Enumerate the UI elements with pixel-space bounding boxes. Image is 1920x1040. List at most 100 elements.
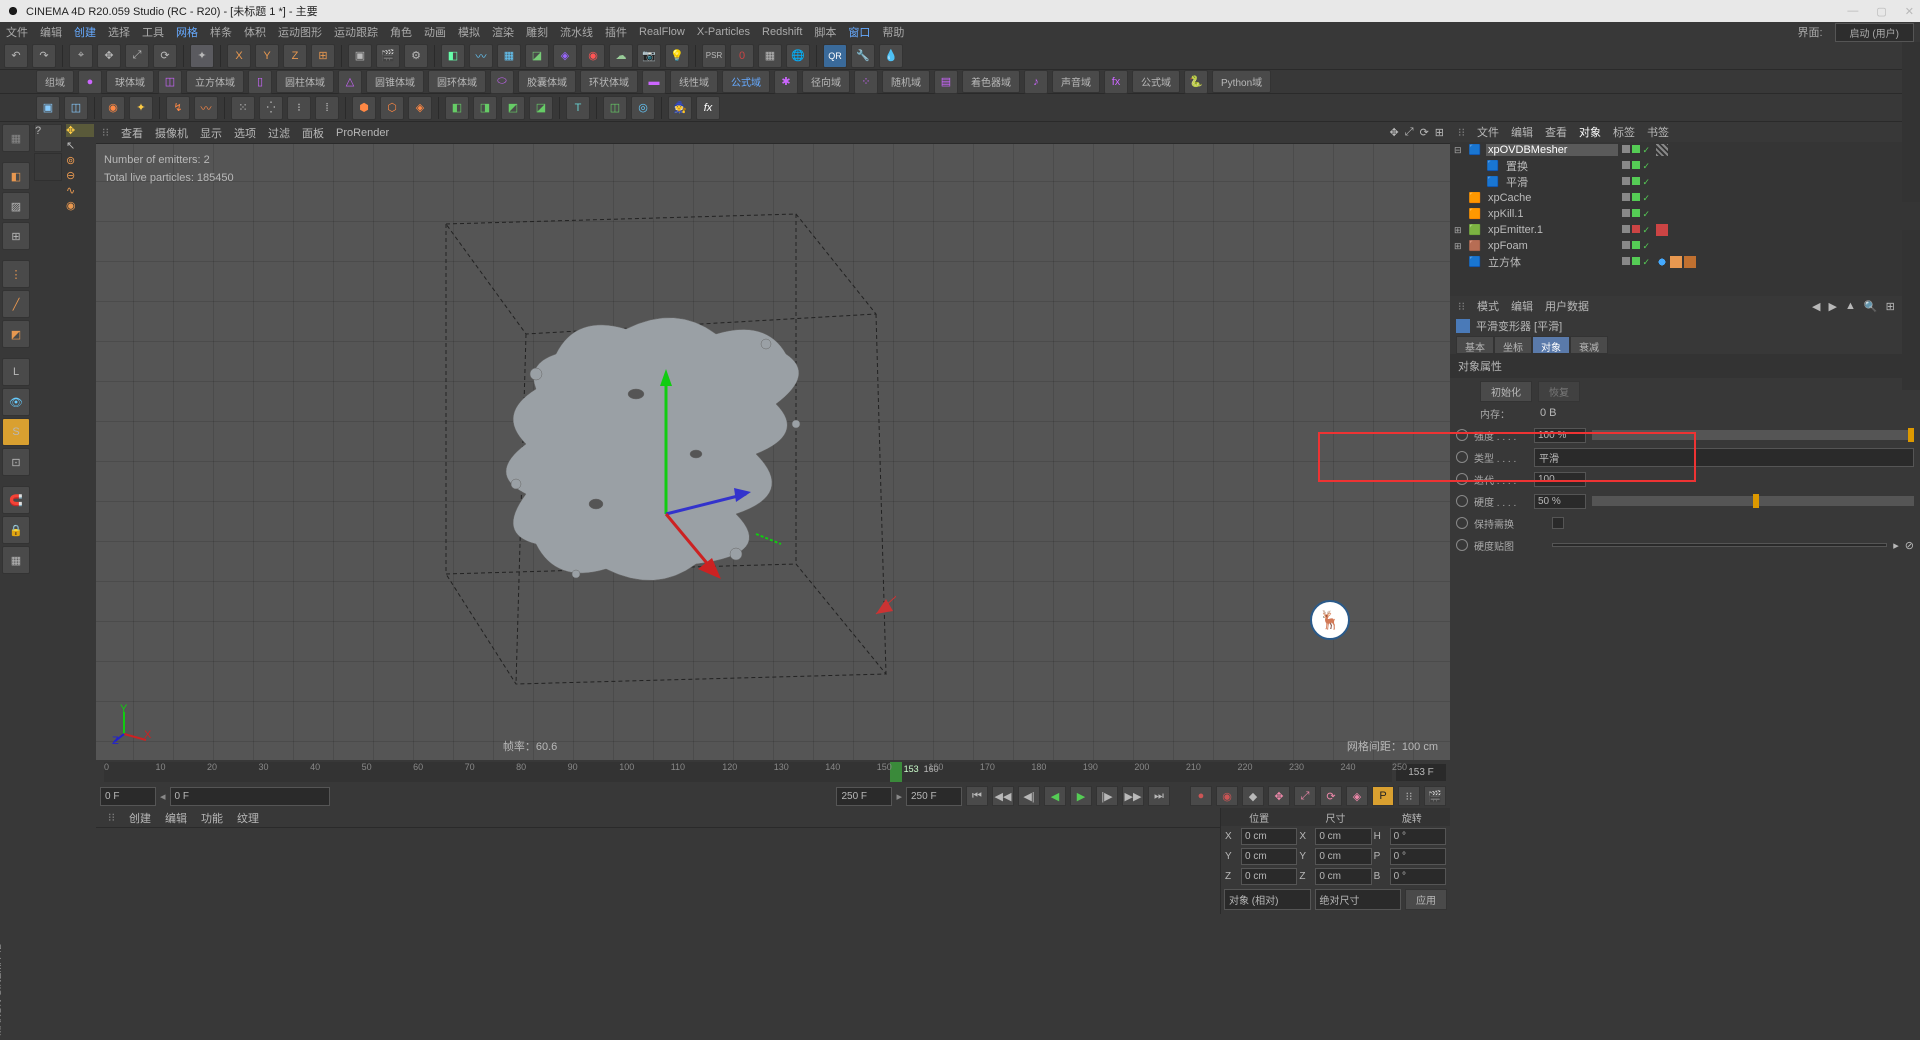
menu-help[interactable]: 帮助 (882, 24, 904, 40)
vt-fill[interactable]: ◉ (66, 199, 94, 212)
object-name[interactable]: 置换 (1504, 158, 1618, 174)
vt-select[interactable]: ↖ (66, 139, 94, 152)
magnet[interactable]: 🧲 (2, 486, 30, 514)
field-linear-icon[interactable]: ▬ (642, 70, 666, 94)
spline-primitive[interactable]: 〰 (469, 44, 493, 68)
key-pla[interactable]: P (1372, 786, 1394, 806)
mat-edit[interactable]: 编辑 (165, 810, 187, 826)
edge-mode[interactable]: ╱ (2, 290, 30, 318)
tab-coord[interactable]: 坐标 (1494, 336, 1532, 354)
field-radial-icon[interactable]: ✱ (774, 70, 798, 94)
iter-input[interactable]: 100 (1534, 472, 1586, 487)
range-end2[interactable]: 250 F (906, 787, 962, 806)
object-hierarchy[interactable]: ⊟🟦xpOVDBMesher✓🟦置换✓🟦平滑✓🟧xpCache✓🟧xpKill.… (1450, 142, 1920, 296)
object-name[interactable]: xpFoam (1486, 240, 1618, 252)
light[interactable]: 💡 (665, 44, 689, 68)
timeline[interactable]: /* ticks added below */ 153160 010203040… (96, 760, 1450, 784)
object-name[interactable]: xpCache (1486, 192, 1618, 204)
goto-start[interactable]: ⏮ (966, 786, 988, 806)
xp-16[interactable]: ◩ (501, 96, 525, 120)
hierarchy-row[interactable]: 🟧xpCache✓ (1450, 190, 1920, 206)
poly-mode[interactable]: ◩ (2, 320, 30, 348)
pos-input[interactable]: 0 cm (1241, 828, 1297, 845)
visibility-dot[interactable] (1632, 241, 1640, 249)
vp-navicon-1[interactable]: ✥ (1390, 126, 1399, 139)
tab-falloff[interactable]: 衰减 (1570, 336, 1608, 354)
visibility-dot[interactable] (1622, 145, 1630, 153)
visibility-dot[interactable] (1622, 193, 1630, 201)
enable-check[interactable]: ✓ (1642, 257, 1650, 268)
tab-object[interactable]: 对象 (1532, 336, 1570, 354)
globe-button[interactable]: 🌐 (786, 44, 810, 68)
key-psr[interactable]: ✥ (1268, 786, 1290, 806)
x-axis-toggle[interactable]: X (227, 44, 251, 68)
vp-filter[interactable]: 过滤 (268, 125, 290, 141)
xp-19[interactable]: ◫ (603, 96, 627, 120)
coord-apply-button[interactable]: 应用 (1405, 889, 1447, 910)
visibility-dot[interactable] (1622, 257, 1630, 265)
y-axis-toggle[interactable]: Y (255, 44, 279, 68)
enable-check[interactable]: ✓ (1642, 193, 1650, 204)
xp-13[interactable]: ◈ (408, 96, 432, 120)
menu-window[interactable]: 窗口 (848, 24, 870, 40)
key-r[interactable]: ◈ (1346, 786, 1368, 806)
point-mode[interactable]: ⋮ (2, 260, 30, 288)
field-shader-icon[interactable]: ▤ (934, 70, 958, 94)
timeline-track[interactable]: /* ticks added below */ 153160 010203040… (104, 762, 1392, 782)
xp-21[interactable]: 🧙 (668, 96, 692, 120)
object-name[interactable]: xpOVDBMesher (1486, 144, 1618, 156)
xp-12[interactable]: ⬡ (380, 96, 404, 120)
vt-move[interactable]: ✥ (66, 124, 94, 137)
prev-frame[interactable]: ◀| (1018, 786, 1040, 806)
object-name[interactable]: xpKill.1 (1486, 208, 1618, 220)
hard-slider[interactable] (1592, 496, 1914, 506)
tag-icon[interactable] (1656, 224, 1668, 236)
xp-14[interactable]: ◧ (445, 96, 469, 120)
tex-button[interactable]: ▦ (758, 44, 782, 68)
menu-xparticles[interactable]: X-Particles (697, 26, 750, 38)
render-settings[interactable]: ⚙ (404, 44, 428, 68)
vp-navicon-2[interactable]: ⤢ (1405, 126, 1414, 139)
workplane-mode[interactable]: ⊞ (2, 222, 30, 250)
visibility-dot[interactable] (1632, 225, 1640, 233)
menu-animate[interactable]: 动画 (424, 24, 446, 40)
volume-primitive[interactable]: ▦ (497, 44, 521, 68)
menu-create[interactable]: 创建 (74, 24, 96, 40)
menu-character[interactable]: 角色 (390, 24, 412, 40)
range-end1[interactable]: 250 F (836, 787, 892, 806)
size-input[interactable]: 0 cm (1315, 868, 1371, 885)
attr-back-icon[interactable]: ◀ (1812, 300, 1820, 313)
rot-input[interactable]: 0 ° (1390, 828, 1446, 845)
field-shader[interactable]: 着色器域 (962, 70, 1020, 93)
expand-icon[interactable]: ⊞ (1454, 225, 1464, 236)
rot-input[interactable]: 0 ° (1390, 868, 1446, 885)
vp-panel[interactable]: 面板 (302, 125, 324, 141)
vp-view[interactable]: 查看 (121, 125, 143, 141)
coord-size-dropdown[interactable]: 绝对尺寸 (1315, 889, 1402, 910)
menu-mesh[interactable]: 网格 (176, 24, 198, 40)
viewport[interactable]: Number of emitters: 2 Total live particl… (96, 144, 1450, 760)
om-object[interactable]: 对象 (1579, 124, 1601, 140)
cube-primitive[interactable]: ◧ (441, 44, 465, 68)
xp-04[interactable]: ✦ (129, 96, 153, 120)
hardmap-picker-icon[interactable]: ▸ (1893, 539, 1899, 552)
enable-check[interactable]: ✓ (1642, 145, 1650, 156)
field-sphere-icon[interactable]: ● (78, 70, 102, 94)
hierarchy-row[interactable]: 🟧xpKill.1✓ (1450, 206, 1920, 222)
keep-checkbox[interactable] (1552, 517, 1564, 529)
field-cone[interactable]: 圆锥体域 (366, 70, 424, 93)
key-p[interactable]: ⤢ (1294, 786, 1316, 806)
xp-22[interactable]: fx (696, 96, 720, 120)
field-cylinder-icon[interactable]: ▯ (248, 70, 272, 94)
field-random[interactable]: 随机域 (882, 70, 930, 93)
select-tool[interactable]: ⌖ (69, 44, 93, 68)
coord-mode-dropdown[interactable]: 对象 (相对) (1224, 889, 1311, 910)
maximize-button[interactable]: ▢ (1876, 5, 1886, 18)
right-dock-1[interactable] (1902, 42, 1920, 202)
field-linear[interactable]: 线性域 (670, 70, 718, 93)
menu-pipeline[interactable]: 流水线 (560, 24, 593, 40)
field-sound-icon[interactable]: ♪ (1024, 70, 1048, 94)
visibility-dot[interactable] (1622, 177, 1630, 185)
attr-new-icon[interactable]: ⊞ (1886, 300, 1895, 313)
enable-check[interactable]: ✓ (1642, 225, 1650, 236)
